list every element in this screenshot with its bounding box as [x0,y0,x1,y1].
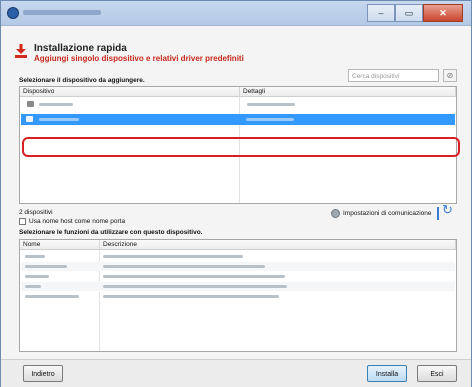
gear-icon [331,209,340,218]
column-header-device[interactable]: Dispositivo [20,87,240,97]
function-description-blurred [103,285,287,288]
installer-window: – ▭ ✕ Installazione rapida Aggiungi sing… [0,0,472,387]
folder-icon [26,116,33,122]
search-button[interactable]: ⊘ [443,69,457,82]
hostname-checkbox-label[interactable]: Usa nome host come nome porta [29,218,125,225]
function-description-blurred [103,275,285,278]
table-row-selected[interactable] [21,114,455,125]
list-item[interactable] [21,282,455,291]
list-item[interactable] [21,252,455,261]
app-icon [7,7,19,19]
column-header-details[interactable]: Dettagli [240,87,456,97]
function-description-blurred [103,295,279,298]
separator [437,207,439,220]
back-button[interactable]: Indietro [23,365,63,382]
window-controls: – ▭ ✕ [367,4,463,22]
functions-table: Nome Descrizione [19,239,457,352]
page-subtitle: Aggiungi singolo dispositivo e relativi … [34,54,244,63]
table-row[interactable] [21,100,455,109]
search-icon: ⊘ [446,71,454,80]
hostname-checkbox[interactable] [19,218,26,225]
title-bar: – ▭ ✕ [1,1,471,26]
list-item[interactable] [21,272,455,281]
close-button[interactable]: ✕ [423,4,463,22]
list-item[interactable] [21,262,455,271]
refresh-icon[interactable]: ↻ [442,202,453,218]
exit-button[interactable]: Esci [417,365,457,382]
folder-icon [27,101,34,107]
function-name-blurred [25,295,79,298]
download-arrow-icon [15,44,27,58]
search-input[interactable]: Cerca dispositivi [348,69,439,82]
device-details-blurred [246,118,294,121]
minimize-button[interactable]: – [367,4,395,22]
install-button[interactable]: Installa [367,365,407,382]
functions-section-label: Selezionare le funzioni da utilizzare co… [19,229,203,236]
list-item[interactable] [21,292,455,301]
device-name-blurred [39,103,73,106]
device-section-label: Selezionare il dispositivo da aggiungere… [19,77,145,84]
function-description-blurred [103,265,265,268]
function-name-blurred [25,255,45,258]
column-header-description[interactable]: Descrizione [100,240,456,250]
communication-settings-link[interactable]: Impostazioni di comunicazione [343,210,432,217]
maximize-button[interactable]: ▭ [395,4,423,22]
device-count: 2 dispositivi [19,209,53,216]
column-header-name[interactable]: Nome [20,240,100,250]
page-title: Installazione rapida [34,43,127,54]
function-name-blurred [25,275,49,278]
content-area: Installazione rapida Aggiungi singolo di… [1,26,471,387]
function-name-blurred [25,265,67,268]
device-name-blurred [39,118,79,121]
function-name-blurred [25,285,41,288]
window-title-blurred [23,10,101,15]
device-details-blurred [247,103,295,106]
button-bar: Indietro Installa Esci [1,359,471,387]
function-description-blurred [103,255,243,258]
selection-highlight-annotation [22,137,460,157]
